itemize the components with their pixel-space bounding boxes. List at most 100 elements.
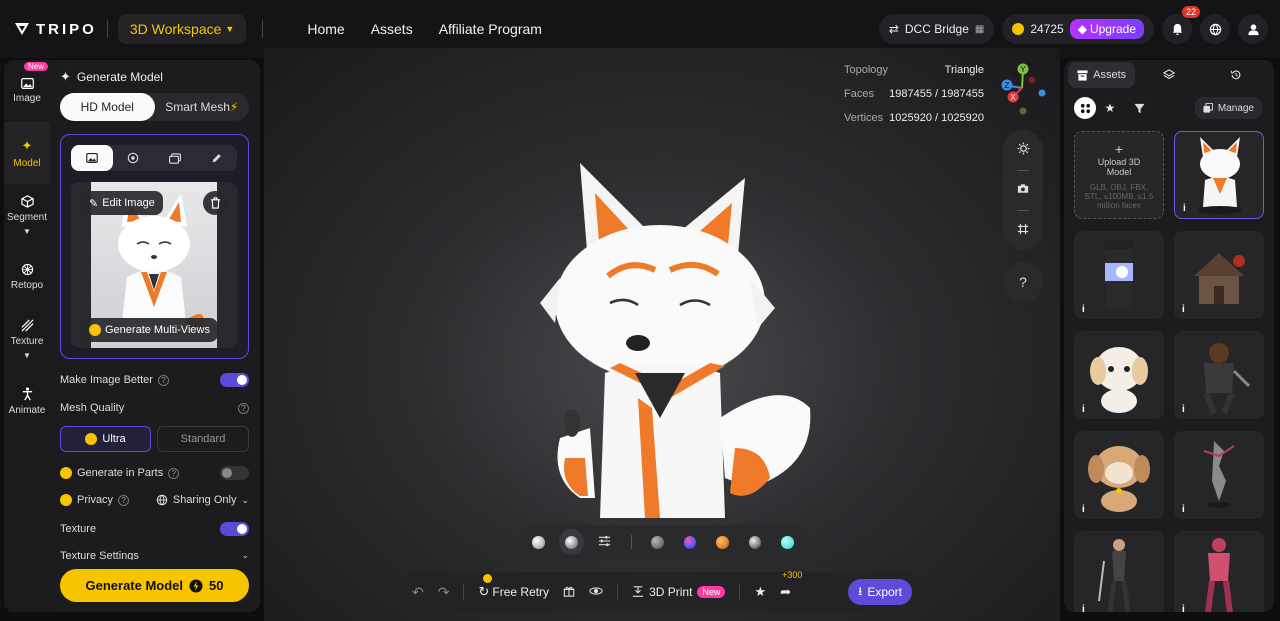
upload-3d-model-tile[interactable]: + Upload 3D Model GLB, OBJ, FBX, STL, ≤1… bbox=[1074, 131, 1164, 219]
generate-label: Generate Model bbox=[85, 578, 184, 593]
tab-single-image[interactable] bbox=[71, 145, 113, 171]
material-gold-sphere[interactable] bbox=[716, 535, 729, 549]
viewport-help-button[interactable]: ? bbox=[1003, 262, 1043, 302]
stat-value: 1987455 / 1987455 bbox=[889, 88, 984, 100]
asset-tile-bear-warrior[interactable]: i bbox=[1174, 331, 1264, 419]
stat-value: 1025920 / 1025920 bbox=[889, 112, 984, 124]
axis-gizmo[interactable]: Y Z X bbox=[996, 60, 1050, 120]
chevron-down-icon: ⌄ bbox=[241, 494, 249, 505]
screenshot-button[interactable] bbox=[1017, 183, 1029, 197]
info-icon[interactable]: i bbox=[1182, 504, 1185, 515]
info-icon[interactable]: i bbox=[1082, 604, 1085, 612]
info-icon[interactable]: i bbox=[1082, 404, 1085, 415]
tab-layers[interactable] bbox=[1135, 62, 1202, 88]
help-icon[interactable]: ? bbox=[157, 374, 169, 386]
mode-smart-mesh[interactable]: Smart Mesh ⚡ bbox=[155, 93, 250, 121]
help-icon[interactable]: ? bbox=[238, 402, 249, 414]
tab-multi-image[interactable] bbox=[154, 145, 196, 171]
rail-item-model[interactable]: ✦ Model bbox=[4, 122, 50, 184]
info-icon[interactable]: i bbox=[1182, 304, 1185, 315]
info-icon[interactable]: i bbox=[1182, 604, 1185, 612]
asset-tile-puppy[interactable]: i bbox=[1074, 331, 1164, 419]
grid-button[interactable] bbox=[1017, 223, 1029, 238]
tab-text-prompt[interactable] bbox=[196, 145, 238, 171]
info-icon[interactable]: i bbox=[1082, 304, 1085, 315]
export-button[interactable]: ⭳ Export bbox=[848, 579, 912, 605]
rail-item-segment[interactable]: Segment ▼ bbox=[4, 184, 50, 246]
tripo-logo[interactable]: TRIPO bbox=[14, 21, 97, 38]
ultra-label: Ultra bbox=[102, 433, 126, 445]
texture-settings-row[interactable]: Texture Settings ⌄ bbox=[60, 550, 249, 560]
rail-label: Retopo bbox=[10, 280, 44, 291]
gift-button[interactable] bbox=[563, 585, 575, 600]
help-icon[interactable]: ? bbox=[168, 467, 180, 479]
quality-standard-button[interactable]: Standard bbox=[157, 426, 249, 452]
image-icon bbox=[85, 153, 98, 163]
asset-tile-robot[interactable]: i bbox=[1174, 531, 1264, 612]
3d-print-button[interactable]: 3D Print New bbox=[632, 585, 726, 599]
redo-button[interactable]: ↷ bbox=[438, 584, 450, 601]
filter-all-button[interactable] bbox=[1074, 97, 1096, 119]
notifications-button[interactable]: 22 bbox=[1162, 6, 1200, 44]
3d-print-label: 3D Print bbox=[649, 585, 693, 599]
rail-item-animate[interactable]: Animate bbox=[4, 370, 50, 432]
undo-button[interactable]: ↶ bbox=[412, 584, 424, 601]
dcc-bridge-button[interactable]: ⇄ DCC Bridge ▦ bbox=[878, 14, 995, 44]
generate-model-button[interactable]: Generate Model 50 bbox=[60, 569, 249, 602]
asset-tile-house[interactable]: i bbox=[1174, 231, 1264, 319]
input-image-preview[interactable]: ✎ Edit Image Generate Multi-Views bbox=[71, 182, 237, 348]
material-clay-sphere[interactable] bbox=[532, 535, 545, 549]
nav-home[interactable]: Home bbox=[307, 21, 344, 37]
account-button[interactable] bbox=[1238, 14, 1268, 44]
asset-tile-warrior-woman[interactable]: i bbox=[1074, 531, 1164, 612]
rail-item-texture[interactable]: Texture ▼ bbox=[4, 308, 50, 370]
render-settings-button[interactable] bbox=[598, 535, 611, 550]
generate-multiviews-button[interactable]: Generate Multi-Views bbox=[81, 318, 218, 342]
lighting-button[interactable] bbox=[1016, 142, 1030, 158]
viewport-tools bbox=[1003, 130, 1043, 250]
nav-assets[interactable]: Assets bbox=[371, 21, 413, 37]
asset-tile-puppy-tan[interactable]: i bbox=[1074, 431, 1164, 519]
favorite-button[interactable]: ★ bbox=[754, 584, 766, 600]
coin-icon bbox=[85, 433, 98, 445]
info-icon[interactable]: i bbox=[1183, 203, 1186, 214]
info-icon[interactable]: i bbox=[1082, 504, 1085, 515]
generate-in-parts-toggle[interactable] bbox=[220, 466, 249, 480]
ar-view-button[interactable] bbox=[589, 585, 603, 600]
material-metal-sphere[interactable] bbox=[748, 535, 762, 549]
material-textured-sphere[interactable] bbox=[558, 529, 584, 555]
material-iridescent-sphere[interactable] bbox=[683, 535, 697, 549]
credits-pill[interactable]: 24725 ◆ Upgrade bbox=[1002, 14, 1154, 44]
rail-item-retopo[interactable]: Retopo bbox=[4, 246, 50, 308]
tab-history[interactable] bbox=[1203, 62, 1270, 88]
upgrade-button[interactable]: ◆ Upgrade bbox=[1069, 19, 1144, 39]
filter-favorites-button[interactable]: ★ bbox=[1099, 97, 1121, 119]
share-button[interactable]: ➦ +300 bbox=[780, 570, 802, 600]
workspace-dropdown[interactable]: 3D Workspace ▼ bbox=[117, 14, 247, 44]
divider bbox=[1017, 170, 1029, 172]
help-icon[interactable]: ? bbox=[118, 494, 130, 506]
mode-hd-model[interactable]: HD Model bbox=[60, 93, 155, 121]
material-cyan-sphere[interactable] bbox=[781, 535, 794, 549]
asset-tile-creature[interactable]: i bbox=[1174, 431, 1264, 519]
nav-affiliate[interactable]: Affiliate Program bbox=[439, 21, 542, 37]
filter-button[interactable] bbox=[1128, 97, 1150, 119]
manage-button[interactable]: Manage bbox=[1194, 97, 1262, 119]
delete-image-button[interactable] bbox=[203, 191, 227, 215]
info-icon[interactable]: i bbox=[1182, 404, 1185, 415]
asset-tile-cup[interactable]: i bbox=[1074, 231, 1164, 319]
asset-tile-fox[interactable]: i bbox=[1174, 131, 1264, 219]
stat-faces: Faces 1987455 / 1987455 bbox=[844, 82, 984, 106]
free-retry-button[interactable]: ↻ Free Retry bbox=[478, 574, 549, 600]
material-gray-sphere[interactable] bbox=[651, 535, 664, 549]
tab-multi-angle[interactable] bbox=[113, 145, 155, 171]
camera-icon bbox=[1017, 184, 1029, 194]
make-image-better-toggle[interactable] bbox=[220, 373, 249, 387]
rail-item-image[interactable]: New Image bbox=[4, 60, 50, 122]
sharing-dropdown[interactable]: Sharing Only ⌄ bbox=[156, 494, 249, 506]
edit-image-button[interactable]: ✎ Edit Image bbox=[81, 191, 163, 215]
texture-toggle[interactable] bbox=[220, 522, 249, 536]
language-button[interactable] bbox=[1200, 14, 1230, 44]
quality-ultra-button[interactable]: Ultra bbox=[60, 426, 151, 452]
tab-assets[interactable]: Assets bbox=[1068, 62, 1136, 88]
